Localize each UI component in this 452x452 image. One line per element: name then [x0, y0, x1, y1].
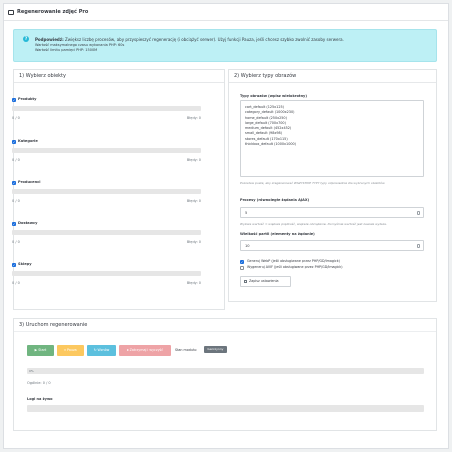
stop-button[interactable]: ⏹ Zatrzymaj i wyczyść: [119, 345, 171, 356]
hint-text: Podpowiedź: Zwiększ liczbę procesów, aby…: [35, 37, 344, 42]
type-option[interactable]: thickbox_default (1000x1000): [245, 142, 419, 147]
page-title: Regenerowanie zdjęć Pro: [17, 9, 89, 15]
batch-label: Wielkość partii (elementy na żądanie): [240, 232, 315, 236]
types-section-title: 2) Wybierz typy obrazów: [229, 70, 436, 83]
checkbox-products[interactable]: ✓: [12, 98, 16, 102]
object-label: Producenci: [18, 180, 41, 184]
object-count: 0 / 0: [12, 281, 20, 285]
object-progress-bar: [12, 148, 201, 153]
object-count: 0 / 0: [12, 158, 20, 162]
webp-checkbox[interactable]: ✓: [240, 260, 244, 264]
types-list-label: Typy obrazów (wpisz wielokrotny): [240, 94, 307, 98]
run-section: 3) Uruchom regenerowanie: [13, 318, 437, 431]
batch-input[interactable]: 10: [240, 240, 424, 251]
processes-label: Procesy (równoległe żądania AJAX): [240, 198, 310, 202]
webp-label: Generuj WebP (jeśli obsługiwane przez PH…: [247, 259, 340, 263]
panel-header: Regenerowanie zdjęć Pro: [4, 4, 448, 21]
object-label: Kategorie: [18, 139, 38, 143]
object-label: Dostawcy: [18, 221, 38, 225]
checkbox-stores[interactable]: ✓: [12, 263, 16, 267]
avif-label: Wygeneruj AVIF (jeśli obsługiwane przez …: [247, 265, 343, 269]
object-item: ✓ Kategorie 0 / 0 Błędy: 0: [12, 139, 201, 174]
object-label: Sklepy: [18, 262, 32, 266]
hint-alert: ? Podpowiedź: Zwiększ liczbę procesów, a…: [13, 29, 437, 62]
status-badge: bezczynny: [204, 346, 227, 353]
max-execution-time: Wartość maksymalnego czasu wykonania PHP…: [35, 43, 125, 47]
object-item: ✓ Producenci 0 / 0 Błędy: 0: [12, 180, 201, 215]
object-count: 0 / 0: [12, 240, 20, 244]
overall-count: Ogólnie: 0 / 0: [27, 381, 51, 385]
object-progress-bar: [12, 230, 201, 235]
object-errors: Błędy: 0: [186, 116, 201, 120]
module-state-label: Stan modułu:: [175, 348, 198, 352]
run-section-title: 3) Uruchom regenerowanie: [14, 319, 436, 332]
object-item: ✓ Sklepy 0 / 0 Błędy: 0: [12, 262, 201, 297]
avif-checkbox[interactable]: [240, 266, 244, 270]
object-errors: Błędy: 0: [186, 199, 201, 203]
object-label: Produkty: [18, 97, 37, 101]
checkbox-manufacturers[interactable]: ✓: [12, 181, 16, 185]
live-logs-area: [27, 405, 424, 412]
objects-section-title: 1) Wybierz obiekty: [14, 70, 224, 83]
start-button[interactable]: ▶ Start: [27, 345, 54, 356]
processes-hint: Wyższa wartość = większa prędkość, więks…: [240, 222, 387, 226]
object-count: 0 / 0: [12, 116, 20, 120]
types-hint: Pozostaw puste, aby zregenerować WSZYSTK…: [240, 181, 386, 185]
object-errors: Błędy: 0: [186, 158, 201, 162]
save-settings-button[interactable]: Zapisz ustawienia: [240, 276, 291, 287]
checkbox-suppliers[interactable]: ✓: [12, 222, 16, 226]
save-icon: [244, 280, 247, 283]
image-icon: [8, 9, 14, 15]
spinner-icon[interactable]: [417, 244, 420, 248]
object-progress-bar: [12, 189, 201, 194]
object-errors: Błędy: 0: [186, 281, 201, 285]
question-icon: ?: [23, 36, 29, 42]
object-item: ✓ Dostawcy 0 / 0 Błędy: 0: [12, 221, 201, 256]
pause-button[interactable]: ⏸ Pauza: [57, 345, 84, 356]
object-count: 0 / 0: [12, 199, 20, 203]
object-errors: Błędy: 0: [186, 240, 201, 244]
object-progress-bar: [12, 106, 201, 111]
spinner-icon[interactable]: [417, 211, 420, 215]
resume-button[interactable]: ↻ Wznów: [87, 345, 116, 356]
live-logs-label: Logi na żywo: [27, 397, 53, 401]
image-types-select[interactable]: cart_default (125x125) category_default …: [240, 100, 424, 177]
memory-limit: Wartość limitu pamięci PHP: 1500M: [35, 48, 98, 52]
overall-progress-bar: 0%: [27, 368, 424, 374]
object-progress-bar: [12, 271, 201, 276]
object-item: ✓ Produkty 0 / 0 Błędy: 0: [12, 97, 201, 132]
checkbox-categories[interactable]: ✓: [12, 140, 16, 144]
processes-input[interactable]: 5: [240, 207, 424, 218]
